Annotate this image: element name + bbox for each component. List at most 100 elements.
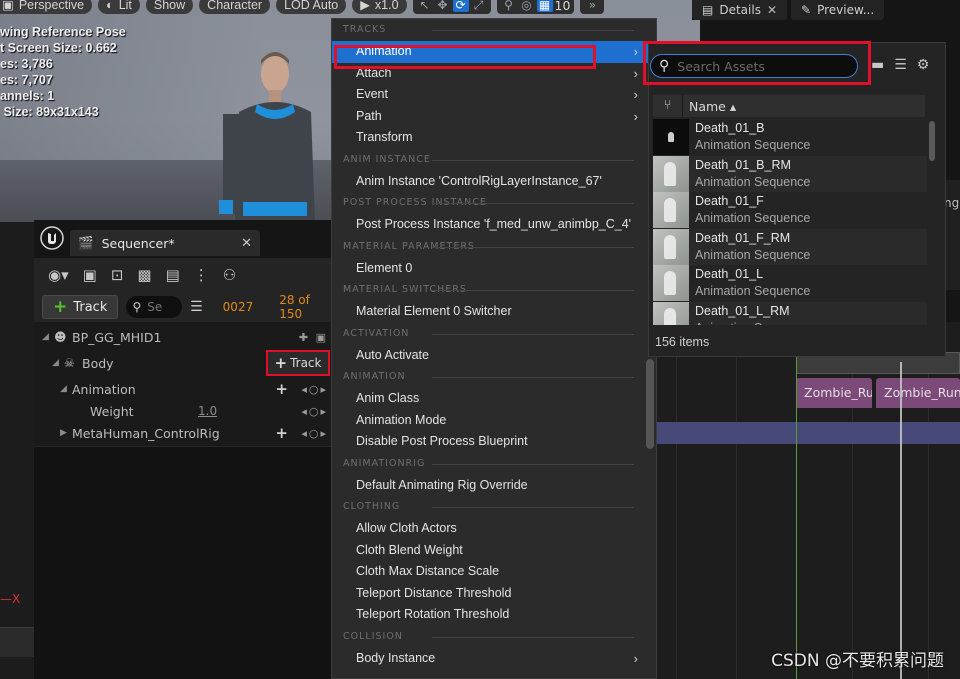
animation-clip[interactable]: Zombie_Run xyxy=(796,378,872,408)
name-column-header[interactable]: Name ▴ xyxy=(683,99,736,114)
perspective-button[interactable]: ▣ Perspective xyxy=(0,0,93,14)
menu-item[interactable]: Teleport Distance Threshold xyxy=(332,583,656,605)
menu-item[interactable]: Body Instance › xyxy=(332,648,656,670)
menu-scrollbar[interactable] xyxy=(646,359,654,449)
expand-arrow-icon[interactable]: ◢ xyxy=(52,358,64,368)
toolbar-overflow[interactable]: » xyxy=(580,0,605,14)
asset-row[interactable]: Death_01_F Animation Sequence xyxy=(653,192,927,229)
expand-arrow-icon[interactable]: ◢ xyxy=(42,332,54,342)
asset-row[interactable]: Death_01_L_RM Animation Sequence xyxy=(653,301,927,325)
asset-search-field[interactable]: ⚲ xyxy=(650,54,858,78)
grid-snap-icon[interactable]: ▦ xyxy=(536,0,553,12)
asset-row[interactable]: Death_01_F_RM Animation Sequence xyxy=(653,228,927,265)
asset-list-scrollbar[interactable] xyxy=(929,121,935,161)
menu-item[interactable]: Anim Instance 'ControlRigLayerInstance_6… xyxy=(332,171,656,193)
menu-item[interactable]: Path › xyxy=(332,106,656,128)
find-in-browser-icon[interactable]: ⊡ xyxy=(111,266,124,284)
lit-button[interactable]: ◐ Lit xyxy=(98,0,140,14)
grid-snap-value[interactable]: 10 xyxy=(555,0,571,13)
close-icon[interactable]: ✕ xyxy=(241,236,252,251)
menu-item[interactable]: Allow Cloth Actors xyxy=(332,518,656,540)
expand-arrow-icon[interactable]: ◢ xyxy=(60,384,72,394)
metahuman-character xyxy=(219,52,315,222)
surface-snap-icon[interactable]: ◎ xyxy=(519,0,535,12)
lit-label: Lit xyxy=(118,0,132,12)
menu-item[interactable]: Animation Mode xyxy=(332,410,656,432)
animation-clip[interactable]: Zombie_Run xyxy=(876,378,960,408)
close-icon[interactable]: ✕ xyxy=(767,3,777,17)
play-speed-button[interactable]: ▶ x1.0 xyxy=(352,0,407,14)
keyframe-controls-icon[interactable]: ◂○▸ xyxy=(301,405,328,418)
branch-icon[interactable]: ⑂ xyxy=(653,95,683,117)
select-icon[interactable]: ↖ xyxy=(417,0,433,12)
menu-item[interactable]: Cloth Max Distance Scale xyxy=(332,561,656,583)
control-rig-track-bar[interactable] xyxy=(656,422,960,444)
folder-icon[interactable]: ▬ xyxy=(871,57,884,73)
menu-item[interactable]: Auto Activate xyxy=(332,345,656,367)
right-panel-text: ng xyxy=(944,196,960,210)
filter-icon[interactable]: ☰ xyxy=(190,299,203,315)
more-options-icon[interactable]: ⋮ xyxy=(194,266,209,284)
tree-row-body[interactable]: ◢ ☠ Body + Track xyxy=(34,348,334,378)
add-track-button[interactable]: + Track xyxy=(42,295,119,319)
sequencer-timeline[interactable]: Zombie_Run Zombie_Run xyxy=(656,322,960,679)
skeleton-icon: ☠ xyxy=(64,356,75,370)
menu-item[interactable]: Disable Post Process Blueprint xyxy=(332,431,656,453)
move-icon[interactable]: ✥ xyxy=(435,0,451,12)
menu-item[interactable]: Anim Class xyxy=(332,388,656,410)
asset-search-input[interactable] xyxy=(677,58,848,74)
tab-sequencer[interactable]: 🎬 Sequencer* ✕ xyxy=(70,230,260,256)
menu-item[interactable]: Material Element 0 Switcher xyxy=(332,301,656,323)
character-button[interactable]: Character xyxy=(199,0,271,14)
body-add-track-button[interactable]: + Track xyxy=(266,350,330,376)
menu-item[interactable]: Transform xyxy=(332,127,656,149)
weight-value[interactable]: 1.0 xyxy=(198,404,217,418)
world-icon[interactable]: ◉▾ xyxy=(48,266,69,284)
tree-row-control-rig[interactable]: ▶ MetaHuman_ControlRig + ◂○▸ xyxy=(34,422,334,444)
camera-icon[interactable]: ⚲ xyxy=(501,0,517,12)
plus-icon[interactable]: + xyxy=(275,380,288,398)
menu-item[interactable]: Element 0 xyxy=(332,258,656,280)
add-plus-camera-icon[interactable]: ✚ ▣ xyxy=(299,331,328,344)
save-icon[interactable]: ▣ xyxy=(83,266,97,284)
show-button[interactable]: Show xyxy=(145,0,194,14)
current-frame[interactable]: 0027 xyxy=(223,300,254,314)
tab-details[interactable]: ▤ Details ✕ xyxy=(692,0,788,20)
track-tree-empty-area xyxy=(34,446,334,679)
playback-start-marker[interactable] xyxy=(796,322,797,679)
rotate-icon[interactable]: ⟳ xyxy=(452,0,469,12)
keyframe-controls-icon[interactable]: ◂○▸ xyxy=(301,383,328,396)
settings-gear-icon[interactable]: ⚙ xyxy=(917,57,930,73)
scale-icon[interactable]: ⤢ xyxy=(471,0,487,12)
actor-icon[interactable]: ⚇ xyxy=(223,266,236,284)
menu-item[interactable]: Post Process Instance 'f_med_unw_animbp_… xyxy=(332,214,656,236)
expand-arrow-icon[interactable]: ▶ xyxy=(60,428,72,438)
playhead-line[interactable] xyxy=(900,362,902,679)
menu-item[interactable]: Attach › xyxy=(332,63,656,85)
asset-row[interactable]: Death_01_B Animation Sequence xyxy=(653,119,927,156)
menu-section-header: POST PROCESS INSTANCE xyxy=(332,192,656,214)
sequencer-panel: 🎬 Sequencer* ✕ ◉▾ ▣ ⊡ ▩ ▤ ⋮ ⚇ + Track ⚲ … xyxy=(34,220,334,679)
asset-row[interactable]: Death_01_B_RM Animation Sequence xyxy=(653,155,927,192)
menu-item-label: Auto Activate xyxy=(356,347,429,362)
plus-icon[interactable]: + xyxy=(275,424,288,442)
filter-icon[interactable]: ☰ xyxy=(894,57,907,73)
axis-x-label: X xyxy=(12,592,21,606)
menu-item[interactable]: Cloth Blend Weight xyxy=(332,540,656,562)
render-movie-icon[interactable]: ▩ xyxy=(137,266,151,284)
tree-row-bp[interactable]: ◢ ☻ BP_GG_MHID1 ✚ ▣ xyxy=(34,326,334,348)
tree-row-weight[interactable]: Weight 1.0 ◂○▸ xyxy=(34,400,334,422)
lod-button[interactable]: LOD Auto xyxy=(276,0,347,14)
menu-item[interactable]: Animation › xyxy=(332,41,656,63)
menu-section-header: TRACKS xyxy=(332,19,656,41)
keyframe-controls-icon[interactable]: ◂○▸ xyxy=(301,427,328,440)
tab-preview[interactable]: ✎ Preview... xyxy=(791,0,885,20)
menu-item[interactable]: Default Animating Rig Override xyxy=(332,475,656,497)
menu-item[interactable]: Event › xyxy=(332,84,656,106)
clapper-icon[interactable]: ▤ xyxy=(166,266,180,284)
menu-item-label: Cloth Blend Weight xyxy=(356,542,463,557)
track-search-input[interactable]: ⚲ Se xyxy=(126,296,183,318)
menu-item[interactable]: Teleport Rotation Threshold xyxy=(332,604,656,626)
asset-row[interactable]: Death_01_L Animation Sequence xyxy=(653,265,927,302)
tree-row-animation[interactable]: ◢ Animation + ◂○▸ xyxy=(34,378,334,400)
